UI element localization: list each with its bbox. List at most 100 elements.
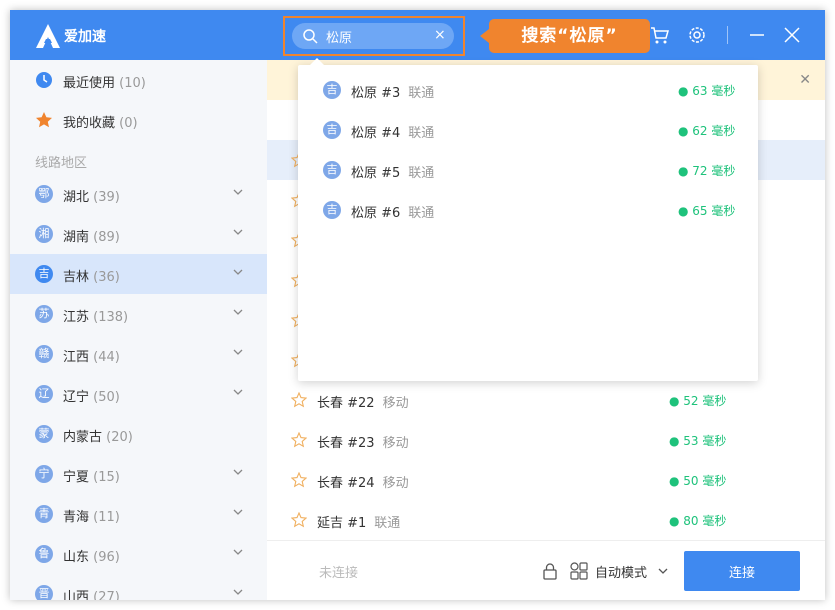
cart-icon[interactable] <box>650 25 670 45</box>
search-result-item[interactable]: 吉 松原 #3 联通 ● 63 毫秒 <box>298 72 758 112</box>
server-row[interactable]: 长春 #22 移动 ● 52 毫秒 <box>267 380 825 420</box>
mode-select[interactable]: 自动模式 <box>595 562 647 581</box>
chevron-down-icon <box>233 509 243 515</box>
star-outline-icon[interactable] <box>291 392 307 408</box>
region-badge: 赣 <box>35 345 53 363</box>
lock-icon[interactable] <box>541 562 559 580</box>
gear-icon[interactable] <box>687 25 707 45</box>
region-count: (44) <box>93 350 120 365</box>
chevron-down-icon <box>233 189 243 195</box>
region-count: (89) <box>93 230 120 245</box>
sidebar-item-jiangsu[interactable]: 苏 江苏 (138) <box>10 294 267 334</box>
region-badge: 湘 <box>35 225 53 243</box>
chevron-down-icon <box>233 589 243 595</box>
ping-value: ● 52 毫秒 <box>669 394 727 408</box>
sidebar-item-neimenggu[interactable]: 蒙 内蒙古 (20) <box>10 414 267 454</box>
region-badge: 青 <box>35 505 53 523</box>
server-row[interactable]: 延吉 #1 联通 ● 80 毫秒 <box>267 500 825 540</box>
sidebar-item-shanxi[interactable]: 晋 山西 (27) <box>10 574 267 600</box>
search-result-item[interactable]: 吉 松原 #5 联通 ● 72 毫秒 <box>298 152 758 192</box>
app-window: 爱加速 × 搜索“松原” <box>10 10 825 600</box>
server-name: 延吉 #1 <box>317 516 367 531</box>
region-count: (20) <box>106 430 133 445</box>
server-row[interactable]: 长春 #23 移动 ● 53 毫秒 <box>267 420 825 460</box>
result-isp: 联通 <box>408 166 435 181</box>
region-badge: 吉 <box>323 121 341 139</box>
sidebar-item-qinghai[interactable]: 青 青海 (11) <box>10 494 267 534</box>
close-icon[interactable]: ✕ <box>799 72 811 88</box>
star-outline-icon[interactable] <box>291 472 307 488</box>
server-isp: 移动 <box>382 436 409 451</box>
minimize-icon[interactable] <box>747 25 767 45</box>
region-label: 辽宁 <box>63 390 90 405</box>
result-name: 松原 #3 <box>351 86 401 101</box>
sidebar-item-shandong[interactable]: 鲁 山东 (96) <box>10 534 267 574</box>
ping-value: ● 50 毫秒 <box>669 474 727 488</box>
region-count: (96) <box>93 550 120 565</box>
sidebar-item-count: (0) <box>119 116 138 131</box>
region-count: (27) <box>93 590 120 600</box>
logo-icon <box>36 24 60 48</box>
region-label: 江苏 <box>63 310 90 325</box>
search-result-item[interactable]: 吉 松原 #4 联通 ● 62 毫秒 <box>298 112 758 152</box>
search-results-dropdown: 吉 松原 #3 联通 ● 63 毫秒 吉 松原 #4 联通 ● 62 毫秒 吉 松原… <box>298 58 758 381</box>
search-clear-icon[interactable]: × <box>434 27 446 43</box>
region-badge: 苏 <box>35 305 53 323</box>
sidebar-item-recent[interactable]: 最近使用 (10) <box>10 60 267 100</box>
section-label: 线路地区 <box>35 156 88 171</box>
search-bar[interactable]: × <box>292 23 454 49</box>
region-badge: 辽 <box>35 385 53 403</box>
chevron-down-icon <box>233 389 243 395</box>
region-label: 宁夏 <box>63 470 90 485</box>
region-badge: 吉 <box>323 81 341 99</box>
region-badge: 鄂 <box>35 185 53 203</box>
close-icon[interactable] <box>782 25 802 45</box>
search-input[interactable] <box>326 26 422 46</box>
server-isp: 移动 <box>382 396 409 411</box>
sidebar-item-ningxia[interactable]: 宁 宁夏 (15) <box>10 454 267 494</box>
search-callout: 搜索“松原” <box>480 19 650 53</box>
search-result-item[interactable]: 吉 松原 #6 联通 ● 65 毫秒 <box>298 192 758 232</box>
result-isp: 联通 <box>408 86 435 101</box>
ping-value: ● 65 毫秒 <box>678 204 736 218</box>
chevron-down-icon <box>233 309 243 315</box>
region-label: 吉林 <box>63 270 90 285</box>
ping-value: ● 53 毫秒 <box>669 434 727 448</box>
region-count: (50) <box>93 390 120 405</box>
region-label: 湖北 <box>63 190 90 205</box>
star-icon <box>36 112 52 128</box>
sidebar-item-hunan[interactable]: 湘 湖南 (89) <box>10 214 267 254</box>
title-bar: 爱加速 × 搜索“松原” <box>10 10 825 60</box>
region-label: 山东 <box>63 550 90 565</box>
star-outline-icon[interactable] <box>291 432 307 448</box>
region-label: 青海 <box>63 510 90 525</box>
sidebar-item-jilin[interactable]: 吉 吉林 (36) <box>10 254 267 294</box>
region-badge: 吉 <box>323 161 341 179</box>
chevron-down-icon <box>233 269 243 275</box>
region-count: (39) <box>93 190 120 205</box>
region-badge: 鲁 <box>35 545 53 563</box>
region-badge: 吉 <box>323 201 341 219</box>
server-isp: 移动 <box>382 476 409 491</box>
region-count: (11) <box>93 510 120 525</box>
server-row[interactable]: 长春 #24 移动 ● 50 毫秒 <box>267 460 825 500</box>
result-name: 松原 #6 <box>351 206 401 221</box>
star-outline-icon[interactable] <box>291 512 307 528</box>
header-divider <box>727 26 728 44</box>
sidebar-item-favorites[interactable]: 我的收藏 (0) <box>10 100 267 140</box>
connection-status: 未连接 <box>319 566 359 581</box>
region-count: (15) <box>93 470 120 485</box>
chevron-down-icon <box>233 549 243 555</box>
region-badge: 宁 <box>35 465 53 483</box>
region-badge: 晋 <box>35 585 53 600</box>
chevron-down-icon <box>233 229 243 235</box>
region-badge: 吉 <box>35 265 53 283</box>
connect-button[interactable]: 连接 <box>684 551 800 591</box>
app-name: 爱加速 <box>64 29 106 45</box>
sidebar-item-liaoning[interactable]: 辽 辽宁 (50) <box>10 374 267 414</box>
sidebar-item-hubei[interactable]: 鄂 湖北 (39) <box>10 174 267 214</box>
sidebar-item-jiangxi[interactable]: 赣 江西 (44) <box>10 334 267 374</box>
chevron-down-icon[interactable] <box>657 565 669 577</box>
sidebar: 最近使用 (10) 我的收藏 (0) 线路地区 鄂 湖北 (39) 湘 湖南 (… <box>10 60 267 600</box>
result-isp: 联通 <box>408 126 435 141</box>
